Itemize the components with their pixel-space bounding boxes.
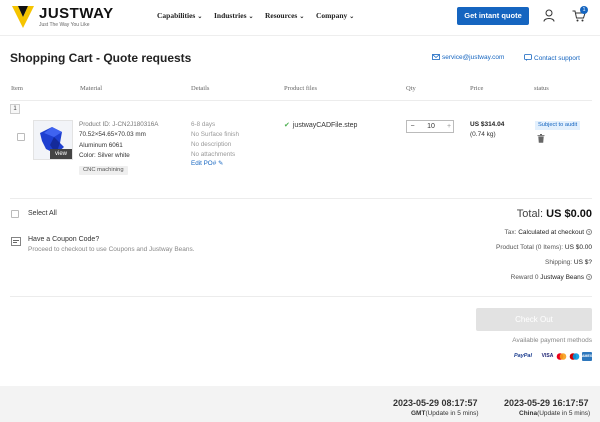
col-header-material: Material xyxy=(80,85,103,92)
user-icon[interactable] xyxy=(543,9,555,22)
gmt-time: 2023-05-29 08:17:57 xyxy=(393,398,478,408)
coupon-icon xyxy=(11,237,21,246)
status-badge: Subject to audit xyxy=(535,121,581,130)
justway-logo[interactable]: JUSTWAY Just The Way You Like xyxy=(10,4,120,30)
part-color: Color: Silver white xyxy=(79,152,130,159)
nav-capabilities[interactable]: Capabilities ⌄ xyxy=(157,11,202,20)
china-zone: China(Update in 5 mins) xyxy=(519,410,591,417)
process-chip: CNC machining xyxy=(79,166,128,175)
visa-icon: VISA xyxy=(541,353,554,359)
coupon-description: Proceed to checkout to use Coupons and J… xyxy=(28,246,195,253)
china-time: 2023-05-29 16:17:57 xyxy=(504,398,589,408)
row-weight: (0.74 kg) xyxy=(470,131,496,138)
chat-icon xyxy=(524,54,532,61)
qty-increment-button[interactable]: + xyxy=(444,121,454,132)
payment-methods: PayPal VISA AMEX xyxy=(508,352,592,362)
product-file[interactable]: ✔ justwayCADFile.step xyxy=(284,121,357,129)
brand-name: JUSTWAY xyxy=(39,5,114,22)
contact-support-link[interactable]: Contact support xyxy=(524,54,580,62)
amex-icon: AMEX xyxy=(582,352,592,361)
info-icon[interactable]: ? xyxy=(586,229,592,235)
mail-icon xyxy=(432,54,440,60)
select-all-label[interactable]: Select All xyxy=(28,210,57,217)
divider xyxy=(10,296,592,297)
top-header: JUSTWAY Just The Way You Like Capabiliti… xyxy=(0,0,600,36)
product-id: Product ID: J-CN2J180316A xyxy=(79,121,159,128)
select-all-checkbox[interactable] xyxy=(11,210,19,218)
lead-time: 6-8 days xyxy=(191,121,216,128)
brand-tagline: Just The Way You Like xyxy=(39,22,90,28)
col-header-item: Item xyxy=(11,85,23,92)
payment-methods-label: Available payment methods xyxy=(512,337,592,344)
checkout-button[interactable]: Check Out xyxy=(476,308,592,331)
get-instant-quote-button[interactable]: Get intant quote xyxy=(457,7,529,25)
part-dimensions: 70.52×54.65×70.03 mm xyxy=(79,131,146,138)
shipping-line: Shipping: US $? xyxy=(545,259,592,266)
nav-industries[interactable]: Industries ⌄ xyxy=(214,11,254,20)
col-header-details: Details xyxy=(191,85,210,92)
gmt-zone: GMT(Update in 5 mins) xyxy=(411,410,479,417)
coupon-title: Have a Coupon Code? xyxy=(28,236,100,243)
info-icon[interactable]: ? xyxy=(586,274,592,280)
col-header-status: status xyxy=(534,85,549,92)
row-select-checkbox[interactable] xyxy=(17,133,25,141)
quantity-stepper: − 10 + xyxy=(406,120,454,133)
page-title: Shopping Cart - Quote requests xyxy=(10,51,192,65)
attachments: No attachments xyxy=(191,151,236,158)
reward-line: Reward 0 Justway Beans? xyxy=(510,274,592,281)
chevron-down-icon: ⌄ xyxy=(248,14,254,20)
mastercard-icon xyxy=(556,352,567,361)
part-material: Aluminum 6061 xyxy=(79,142,123,149)
qty-input[interactable]: 10 xyxy=(418,121,444,132)
maestro-icon xyxy=(569,352,580,361)
edit-icon: ✎ xyxy=(217,160,224,167)
group-number-badge: 1 xyxy=(10,104,20,114)
trash-icon[interactable] xyxy=(537,134,545,143)
cart-count-badge: 1 xyxy=(580,6,588,14)
check-icon: ✔ xyxy=(284,122,290,129)
qty-decrement-button[interactable]: − xyxy=(407,121,418,132)
col-header-qty: Qty xyxy=(406,85,416,92)
nav-company[interactable]: Company ⌄ xyxy=(316,11,354,20)
divider xyxy=(10,198,592,199)
chevron-down-icon: ⌄ xyxy=(299,14,305,20)
row-price: US $314.04 xyxy=(470,121,505,128)
justway-logo-icon xyxy=(12,6,34,28)
chevron-down-icon: ⌄ xyxy=(197,14,203,20)
nav-resources[interactable]: Resources ⌄ xyxy=(265,11,304,20)
col-header-product-files: Product files xyxy=(284,85,318,92)
cart-total: Total: US $0.00 xyxy=(516,208,592,220)
product-total-line: Product Total (0 Items): US $0.00 xyxy=(496,244,592,251)
edit-po-link[interactable]: Edit PO# ✎ xyxy=(191,160,223,167)
tax-line: Tax: Calculated at checkout? xyxy=(504,229,592,236)
description: No description xyxy=(191,141,232,148)
surface-finish: No Surface finish xyxy=(191,131,239,138)
col-header-price: Price xyxy=(470,85,484,92)
paypal-icon: PayPal xyxy=(513,353,533,359)
chevron-down-icon: ⌄ xyxy=(349,14,355,20)
email-link[interactable]: service@justway.com xyxy=(432,54,504,61)
view-model-button[interactable]: view xyxy=(50,149,72,159)
divider xyxy=(10,100,592,101)
